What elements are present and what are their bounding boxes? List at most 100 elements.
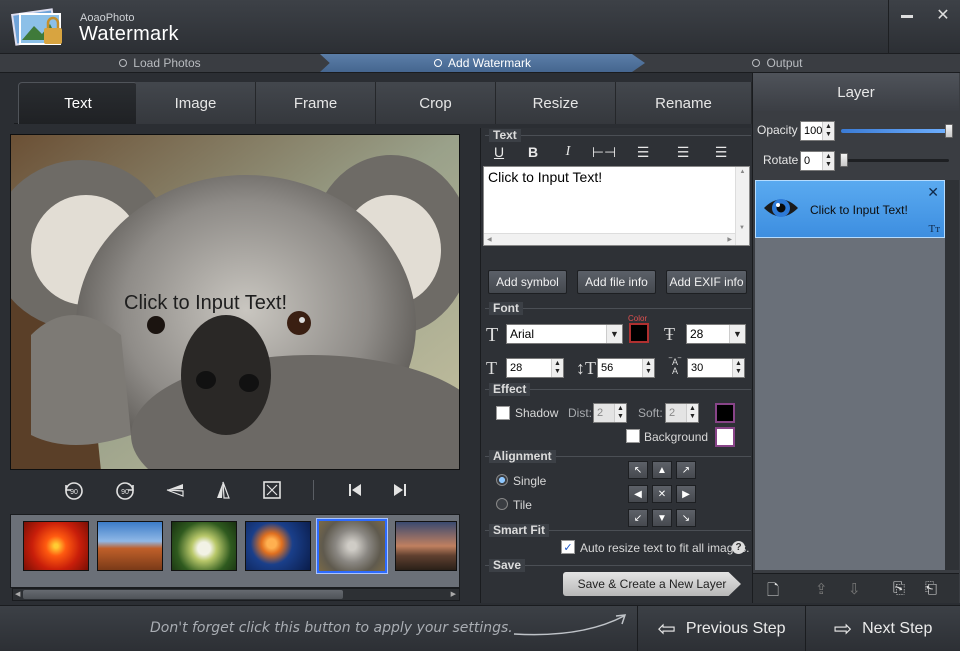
add-exif-info-button[interactable]: Add EXIF info [666,270,747,294]
watermark-text-input[interactable]: Click to Input Text! ▲ ▼ ◀ ▶ [483,166,750,246]
thumbnail-lighthouse[interactable] [395,521,457,571]
move-layer-down-button[interactable]: ⇩ [848,580,861,598]
tab-text[interactable]: Text [18,82,138,124]
minimize-button[interactable] [889,0,925,30]
layer-up-icon: ⇪ [815,581,828,598]
scroll-right-icon[interactable]: ▶ [451,590,456,598]
layer-list-scrollbar[interactable] [945,180,959,570]
text-width-button[interactable]: ⊢⊣ [592,142,616,162]
layer-down-icon: ⇩ [848,581,861,598]
tab-crop[interactable]: Crop [376,82,496,124]
tab-frame[interactable]: Frame [256,82,376,124]
scroll-left-icon[interactable]: ◀ [15,590,20,598]
char-spacing-icon: ‾A‾ A [669,357,681,376]
watermark-text[interactable]: Click to Input Text! [124,292,287,315]
bold-button[interactable]: B [523,142,543,162]
align-center-button[interactable]: ✕ [652,485,672,503]
stepper-arrows-icon[interactable]: ▲ ▼ [732,359,744,377]
thumbnail-jellyfish[interactable] [245,521,311,571]
scrollbar-thumb[interactable] [23,590,343,599]
step-load-photos[interactable]: Load Photos [0,54,320,72]
tile-label: Tile [513,498,532,512]
flip-horizontal-button[interactable] [209,478,237,502]
align-bottom-button[interactable]: ▼ [652,509,672,527]
char-spacing-spinner[interactable]: 30 ▲ ▼ [687,358,745,378]
next-step-button[interactable]: ⇨ Next Step [805,606,960,651]
add-symbol-button[interactable]: Add symbol [488,270,567,294]
align-center-button[interactable]: ☰ [673,142,693,162]
stepper-arrows-icon[interactable]: ▲ ▼ [822,152,834,170]
flip-vertical-button[interactable] [161,478,189,502]
stepper-arrows-icon[interactable]: ▲ ▼ [614,404,626,422]
align-left-button[interactable]: ☰ [633,142,653,162]
rotate-spinner[interactable]: 0 ▲ ▼ [800,151,835,171]
text-input-vscroll[interactable]: ▲ ▼ [735,167,749,245]
stepper-arrows-icon[interactable]: ▲ ▼ [686,404,698,422]
text-input-hscroll[interactable]: ◀ ▶ [484,233,735,245]
align-left-button[interactable]: ◀ [628,485,648,503]
stepper-arrows-icon[interactable]: ▲ ▼ [551,359,563,377]
next-step-label: Next Step [862,619,933,637]
line-spacing-spinner[interactable]: 56 ▲ ▼ [597,358,655,378]
font-size-select[interactable]: 28 ▼ [686,324,746,344]
layer-item[interactable]: Click to Input Text! ✕ Tт [755,180,945,238]
previous-photo-button[interactable] [341,478,369,502]
rotate-slider-handle[interactable] [840,153,848,167]
background-checkbox[interactable] [626,429,640,443]
export-layer-button[interactable]: ⎗ [925,580,937,597]
align-bottom-right-button[interactable]: ↘ [676,509,696,527]
delete-layer-button[interactable]: 🗋 [767,580,779,605]
opacity-slider-handle[interactable] [945,124,953,138]
thumbnail-hydrangea[interactable] [171,521,237,571]
align-right-button[interactable]: ☰ [711,142,731,162]
step-output[interactable]: Output [645,54,910,72]
thumbnail-desert[interactable] [97,521,163,571]
align-top-button[interactable]: ▲ [652,461,672,479]
tab-rename[interactable]: Rename [616,82,752,124]
align-top-left-button[interactable]: ↖ [628,461,648,479]
font-color-picker[interactable] [629,323,649,343]
shadow-color-picker[interactable] [715,403,735,423]
rotate-left-90-button[interactable]: 90 [60,478,88,502]
add-file-info-button[interactable]: Add file info [577,270,656,294]
shadow-dist-spinner[interactable]: 2 ▲ ▼ [593,403,627,423]
font-family-select[interactable]: Arial ▼ [506,324,623,344]
rotate-slider-track[interactable] [841,159,949,162]
import-layer-button[interactable]: ⎘ [893,580,905,597]
previous-step-button[interactable]: ⇦ Previous Step [637,606,805,651]
save-create-layer-button[interactable]: Save & Create a New Layer [563,572,741,596]
move-layer-up-button[interactable]: ⇪ [815,580,828,598]
auto-resize-checkbox[interactable]: ✓ [561,540,575,554]
shadow-soft-spinner[interactable]: 2 ▲ ▼ [665,403,699,423]
align-top-right-button[interactable]: ↗ [676,461,696,479]
stepper-arrows-icon[interactable]: ▲ ▼ [642,359,654,377]
close-icon[interactable]: ✕ [927,184,939,201]
opacity-spinner[interactable]: 100 ▲ ▼ [800,121,835,141]
close-button[interactable]: ✕ [925,0,960,30]
thumbnail-koala[interactable] [316,518,388,574]
italic-button[interactable]: I [558,142,578,162]
tab-image[interactable]: Image [136,82,256,124]
align-bottom-left-button[interactable]: ↙ [628,509,648,527]
photo-preview[interactable]: Click to Input Text! [10,134,460,470]
tab-resize[interactable]: Resize [496,82,616,124]
fit-to-window-button[interactable] [258,478,286,502]
stepper-arrows-icon[interactable]: ▲ ▼ [822,122,834,140]
text-width-spinner[interactable]: 28 ▲ ▼ [506,358,564,378]
next-photo-button[interactable] [386,478,414,502]
single-radio[interactable] [496,474,508,486]
underline-button[interactable]: U [489,142,509,162]
eye-icon[interactable] [762,193,800,223]
thumbnail-flower[interactable] [23,521,89,571]
step-add-watermark[interactable]: Add Watermark [320,54,645,72]
opacity-slider-track[interactable] [841,129,949,133]
tile-radio[interactable] [496,498,508,510]
background-color-picker[interactable] [715,427,735,447]
thumbnail-scrollbar[interactable]: ◀ ▶ [12,588,460,601]
step-bar: Load Photos Add Watermark Output [0,54,960,73]
shadow-dist-value: 2 [597,407,604,419]
help-icon[interactable]: ? [732,541,745,554]
align-right-button[interactable]: ▶ [676,485,696,503]
rotate-right-90-button[interactable]: 90 [111,478,139,502]
shadow-checkbox[interactable] [496,406,510,420]
